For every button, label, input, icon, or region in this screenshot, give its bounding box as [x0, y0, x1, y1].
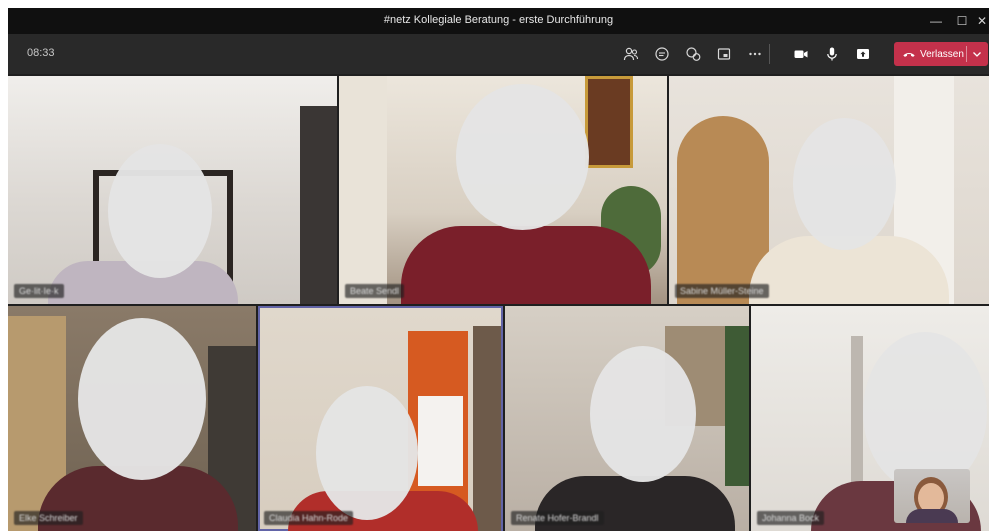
teams-meeting-window: #netz Kollegiale Beratung - erste Durchf…	[8, 8, 989, 531]
minimize-button[interactable]: —	[925, 12, 947, 30]
self-view-preview[interactable]	[894, 469, 970, 523]
chat-button[interactable]	[650, 42, 674, 66]
blurred-face	[793, 118, 896, 250]
video-tile[interactable]: Beate Sendl	[339, 76, 667, 304]
share-tray-button[interactable]	[712, 42, 736, 66]
blurred-face	[590, 346, 696, 482]
leave-label: Verlassen	[920, 48, 964, 60]
participant-name: Renate Hofer-Brandl	[511, 511, 604, 525]
microphone-icon	[827, 47, 837, 61]
reactions-button[interactable]	[681, 42, 705, 66]
blurred-face	[863, 332, 987, 492]
blurred-face	[108, 144, 212, 278]
hang-up-icon	[902, 47, 916, 61]
camera-icon	[794, 50, 808, 58]
more-actions-button[interactable]	[743, 42, 767, 66]
participant-name: Ge·lit·Ie·k	[14, 284, 64, 298]
participant-name: Claudia Hahn-Rode	[264, 511, 354, 525]
share-icon	[857, 49, 869, 59]
maximize-button[interactable]: ☐	[951, 12, 973, 30]
participant-name: Johanna Bock	[757, 511, 825, 525]
share-tray-icon	[717, 48, 731, 60]
video-tile[interactable]: Ge·lit·Ie·k	[8, 76, 337, 304]
video-tile-active-speaker[interactable]: Claudia Hahn-Rode	[258, 306, 503, 531]
camera-button[interactable]	[789, 42, 813, 66]
participant-name: Sabine Müller-Steine	[675, 284, 769, 298]
blurred-face	[78, 318, 206, 480]
leave-button[interactable]: Verlassen	[894, 42, 988, 66]
meeting-duration: 08:33	[27, 47, 55, 59]
window-title: #netz Kollegiale Beratung - erste Durchf…	[383, 14, 614, 26]
video-tile[interactable]: Elke Schreiber	[8, 306, 256, 531]
blurred-face	[456, 84, 589, 230]
close-button[interactable]: ✕	[971, 12, 989, 30]
video-tile[interactable]: Renate Hofer-Brandl	[505, 306, 749, 531]
leave-divider	[966, 46, 967, 62]
chat-icon	[655, 47, 669, 61]
reactions-icon	[686, 47, 701, 61]
chevron-down-icon[interactable]	[970, 47, 984, 61]
meeting-toolbar: 08:33 Verlassen	[8, 34, 989, 74]
more-icon	[749, 52, 761, 56]
share-screen-button[interactable]	[851, 42, 875, 66]
microphone-button[interactable]	[820, 42, 844, 66]
participants-icon	[623, 47, 639, 61]
blurred-face	[316, 386, 418, 520]
toolbar-divider	[769, 44, 770, 64]
video-tile[interactable]: Sabine Müller-Steine	[669, 76, 989, 304]
title-bar: #netz Kollegiale Beratung - erste Durchf…	[8, 8, 989, 34]
participant-name: Elke Schreiber	[14, 511, 83, 525]
participants-button[interactable]	[619, 42, 643, 66]
participant-name: Beate Sendl	[345, 284, 405, 298]
